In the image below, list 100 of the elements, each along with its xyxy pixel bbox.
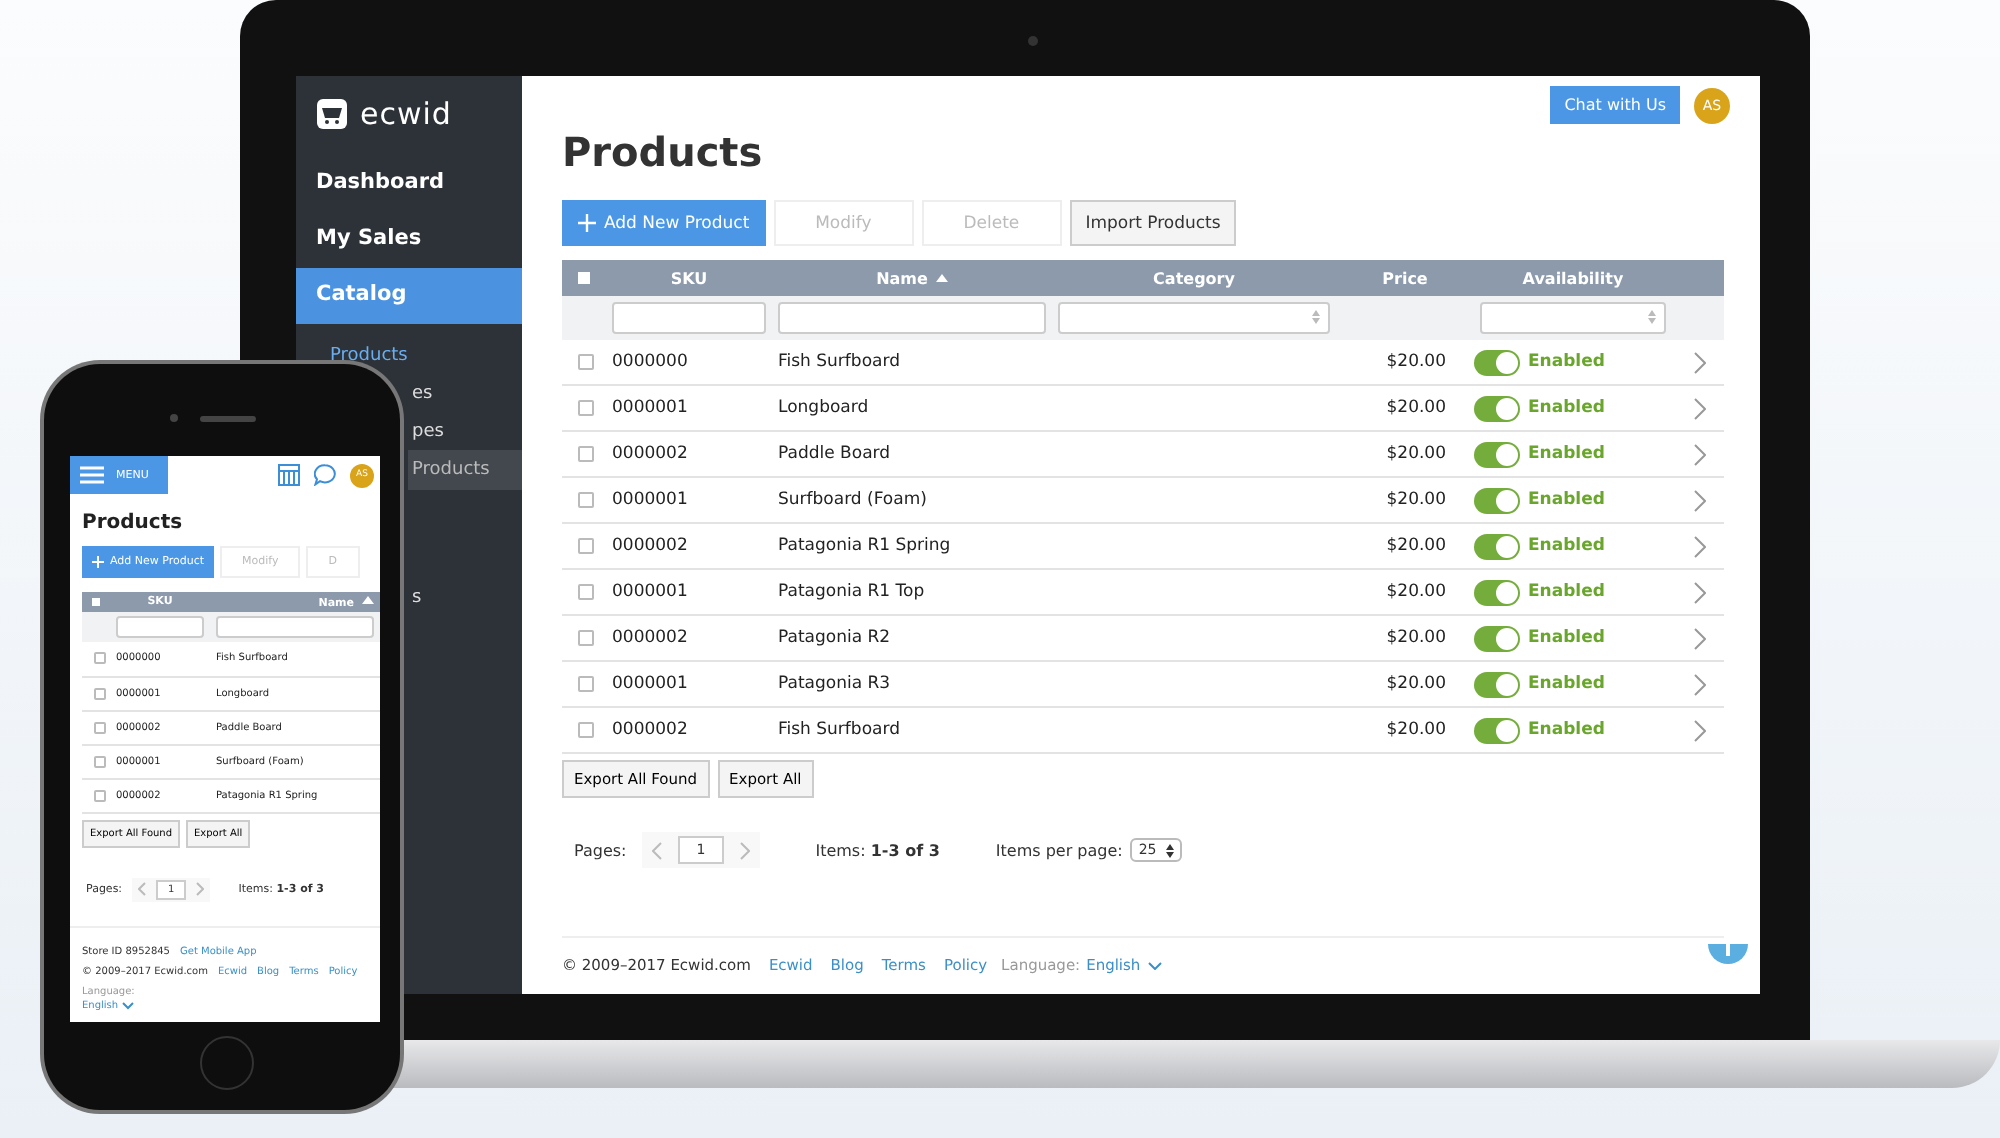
filter-dropdown[interactable] (1480, 302, 1666, 334)
status-text: Enabled (1528, 444, 1605, 464)
table-cell: $20.00 (1336, 707, 1474, 753)
row-checkbox[interactable] (94, 687, 106, 699)
next-page-icon (739, 841, 750, 859)
filter-field[interactable] (216, 616, 374, 638)
row-checkbox[interactable] (94, 789, 106, 801)
availability-toggle[interactable] (1474, 533, 1520, 559)
row-checkbox[interactable] (94, 652, 106, 665)
sidebar-item[interactable]: Dashboard (296, 156, 522, 212)
row-checkbox[interactable] (578, 354, 594, 370)
chevron-right-icon (1694, 581, 1706, 603)
table-cell: Longboard (772, 385, 1052, 431)
previous-page-icon (652, 841, 663, 859)
select-all-checkbox[interactable] (578, 272, 590, 284)
row-checkbox[interactable] (578, 538, 594, 554)
availability-toggle[interactable] (1474, 441, 1520, 467)
availability-toggle[interactable] (1474, 349, 1520, 375)
toolbar-button[interactable]: Add New Product (562, 200, 766, 246)
table-cell: $20.00 (1336, 569, 1474, 615)
chevron-down-icon (122, 1001, 135, 1009)
sidebar-subitem[interactable]: es (412, 383, 433, 403)
table-cell: 0000002 (606, 615, 772, 661)
table-cell: Fish Surfboard (772, 707, 1052, 753)
row-checkbox[interactable] (578, 676, 594, 692)
help-bubble-icon (1708, 944, 1748, 968)
availability-toggle[interactable] (1474, 671, 1520, 697)
filter-field[interactable] (612, 302, 766, 334)
row-checkbox[interactable] (94, 755, 106, 767)
table-cell: Paddle Board (772, 431, 1052, 477)
sidebar-item[interactable]: s (412, 588, 422, 608)
toolbar-button[interactable]: Import Products (1069, 200, 1237, 246)
column-header[interactable]: Name (772, 260, 1052, 296)
items-count: Items: 1-3 of 3 (815, 841, 940, 859)
availability-toggle[interactable] (1474, 395, 1520, 421)
row-checkbox[interactable] (578, 400, 594, 416)
page-title: Products (562, 128, 765, 180)
select-all-checkbox[interactable] (92, 598, 100, 606)
sidebar-item[interactable]: My Sales (296, 212, 522, 268)
items-per-page-label: Items per page: (995, 841, 1123, 859)
table-cell: 0000001 (606, 569, 772, 615)
availability-toggle[interactable] (1474, 487, 1520, 513)
filter-field[interactable] (778, 302, 1046, 334)
chevron-down-icon (1148, 961, 1163, 969)
row-checkbox[interactable] (578, 584, 594, 600)
filter-dropdown[interactable] (1058, 302, 1330, 334)
menu-icon (80, 466, 104, 484)
sidebar-item[interactable]: Catalog (296, 268, 522, 324)
row-checkbox[interactable] (578, 630, 594, 646)
home-button[interactable] (200, 1036, 254, 1090)
table-cell: 0000002 (606, 523, 772, 569)
table-cell: 0000000 (606, 340, 772, 385)
column-header[interactable]: Price (1336, 260, 1474, 296)
plus-icon (92, 556, 104, 568)
chevron-right-icon (1694, 627, 1706, 649)
availability-toggle[interactable] (1474, 625, 1520, 651)
column-header[interactable]: SKU (606, 260, 772, 296)
updown-arrows-icon (1312, 310, 1320, 324)
table-cell: Fish Surfboard (772, 340, 1052, 385)
sidebar-subitem[interactable]: Products (408, 449, 522, 489)
chevron-right-icon (1694, 397, 1706, 419)
speaker-slot (200, 416, 256, 422)
row-checkbox[interactable] (94, 721, 106, 733)
chat-button[interactable]: Chat with Us (1550, 86, 1680, 124)
chevron-right-icon (1694, 719, 1706, 741)
sidebar-subitem[interactable]: Products (330, 345, 408, 365)
previous-page-icon (138, 882, 147, 896)
chat-bubble-icon (314, 464, 336, 486)
camera-dot (170, 414, 178, 422)
column-header[interactable]: Availability (1474, 260, 1672, 296)
plus-icon (578, 214, 596, 232)
row-checkbox[interactable] (578, 492, 594, 508)
status-text: Enabled (1528, 720, 1605, 740)
table-header-cell (1672, 260, 1724, 296)
status-text: Enabled (1528, 352, 1605, 372)
table-cell: Patagonia R1 Top (772, 569, 1052, 615)
sort-arrow-icon (362, 595, 374, 607)
status-text: Enabled (1528, 398, 1605, 418)
chevron-right-icon (1694, 443, 1706, 465)
status-text: Enabled (1528, 490, 1605, 510)
table-cell: 0000002 (606, 431, 772, 477)
table-cell: Surfboard (Foam) (772, 477, 1052, 523)
table-cell: 0000001 (606, 477, 772, 523)
row-checkbox[interactable] (578, 446, 594, 462)
availability-toggle[interactable] (1474, 579, 1520, 605)
table-cell: $20.00 (1336, 523, 1474, 569)
table-cell: $20.00 (1336, 615, 1474, 661)
row-checkbox[interactable] (578, 722, 594, 738)
chevron-right-icon (1694, 489, 1706, 511)
filter-field[interactable] (116, 616, 204, 638)
table-cell: Patagonia R2 (772, 615, 1052, 661)
table-cell: $20.00 (1336, 385, 1474, 431)
availability-toggle[interactable] (1474, 717, 1520, 743)
table-cell: 0000001 (606, 661, 772, 707)
sidebar-subitem[interactable]: pes (412, 421, 444, 441)
chevron-right-icon (1694, 535, 1706, 557)
updown-arrows-icon (1648, 310, 1656, 324)
chevron-right-icon (1694, 673, 1706, 695)
table-cell: 0000001 (606, 385, 772, 431)
column-header[interactable]: Category (1052, 260, 1336, 296)
